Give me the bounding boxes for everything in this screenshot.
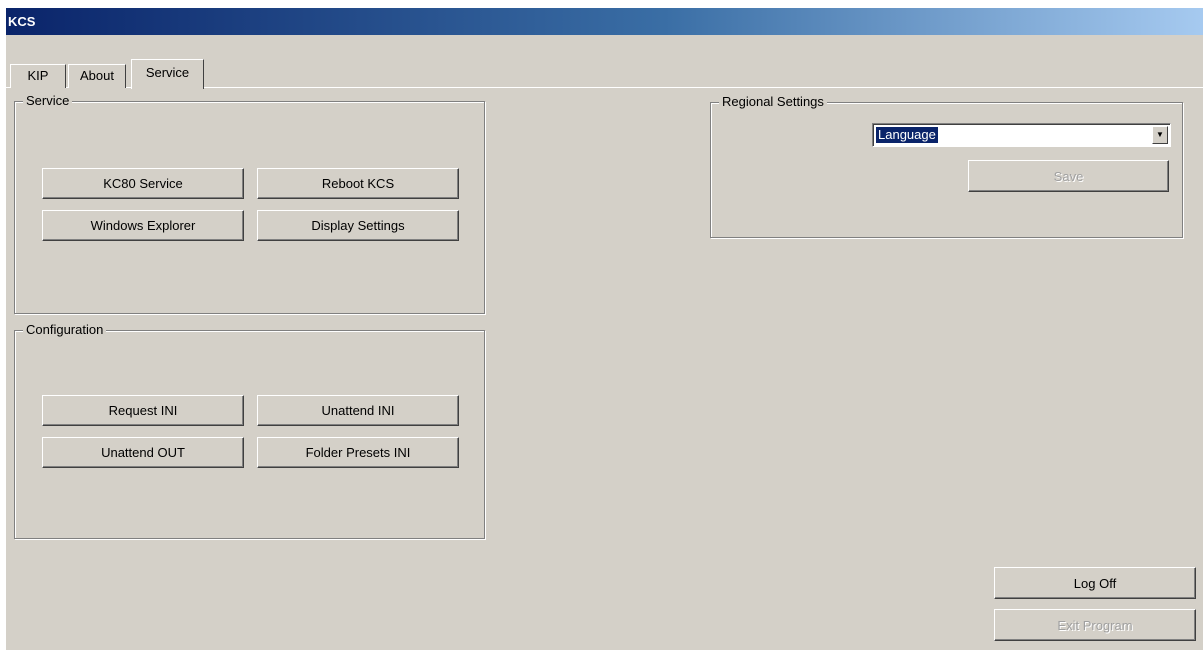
chevron-down-icon[interactable]: ▼: [1152, 126, 1168, 144]
tab-kip-label: KIP: [27, 68, 49, 83]
unattend-out-button[interactable]: Unattend OUT: [42, 437, 244, 468]
service-group: Service KC80 Service Reboot KCS Windows …: [14, 93, 485, 314]
kcs-window: KCS KIP About Service Service KC80 Servi…: [6, 8, 1203, 650]
language-select-value: Language: [876, 127, 938, 143]
exit-program-button[interactable]: Exit Program: [994, 609, 1196, 641]
windows-explorer-button[interactable]: Windows Explorer: [42, 210, 244, 241]
request-ini-button[interactable]: Request INI: [42, 395, 244, 426]
configuration-group-label: Configuration: [23, 322, 107, 338]
save-button[interactable]: Save: [968, 160, 1169, 192]
tab-service[interactable]: Service: [131, 59, 204, 89]
unattend-ini-button[interactable]: Unattend INI: [257, 395, 459, 426]
configuration-group: Configuration Request INI Unattend INI U…: [14, 322, 485, 539]
language-select[interactable]: Language ▼: [872, 123, 1171, 147]
kc80-service-button[interactable]: KC80 Service: [42, 168, 244, 199]
tab-about-label: About: [80, 68, 114, 83]
regional-settings-label: Regional Settings: [719, 94, 827, 110]
reboot-kcs-button[interactable]: Reboot KCS: [257, 168, 459, 199]
folder-presets-ini-button[interactable]: Folder Presets INI: [257, 437, 459, 468]
tab-about[interactable]: About: [68, 64, 126, 88]
tab-kip[interactable]: KIP: [10, 64, 66, 88]
window-title: KCS: [8, 14, 36, 29]
display-settings-button[interactable]: Display Settings: [257, 210, 459, 241]
tab-service-label: Service: [145, 65, 190, 80]
title-bar: KCS: [6, 8, 1203, 35]
log-off-button[interactable]: Log Off: [994, 567, 1196, 599]
service-group-label: Service: [23, 93, 73, 109]
